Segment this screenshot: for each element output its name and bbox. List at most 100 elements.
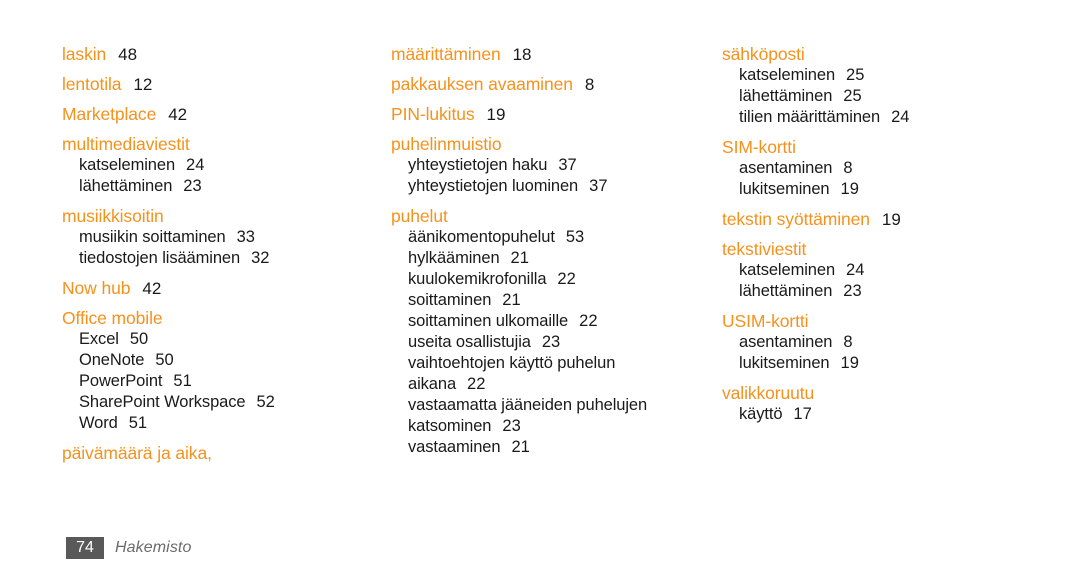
index-sub-entry-label: kuulokemikrofonilla bbox=[408, 270, 547, 288]
index-sub-entry[interactable]: tilien määrittäminen 24 bbox=[722, 107, 1042, 128]
index-heading[interactable]: tekstin syöttäminen 19 bbox=[722, 209, 1042, 230]
index-sub-entry[interactable]: PowerPoint 51 bbox=[62, 371, 391, 392]
index-sub-entry[interactable]: käyttö 17 bbox=[722, 404, 1042, 425]
index-heading[interactable]: puhelut bbox=[391, 206, 722, 227]
index-sub-entry-label: käyttö bbox=[739, 405, 783, 423]
index-sub-entry[interactable]: asentaminen 8 bbox=[722, 332, 1042, 353]
index-sub-entry-label: musiikin soittaminen bbox=[79, 228, 226, 246]
index-heading[interactable]: pakkauksen avaaminen 8 bbox=[391, 74, 722, 95]
index-heading[interactable]: määrittäminen 18 bbox=[391, 44, 722, 65]
index-entry-group: pakkauksen avaaminen 8 bbox=[391, 74, 722, 95]
index-sub-entry-page-number: 24 bbox=[186, 156, 205, 174]
index-sub-entries: asentaminen 8 lukitseminen 19 bbox=[722, 158, 1042, 200]
index-entry-group: lentotila 12 bbox=[62, 74, 391, 95]
index-sub-entry[interactable]: vaihtoehtojen käyttö puhelun aikana 22 bbox=[391, 353, 680, 395]
index-sub-entry[interactable]: Word 51 bbox=[62, 413, 391, 434]
index-sub-entries: musiikin soittaminen 33 tiedostojen lisääm… bbox=[62, 227, 391, 269]
index-sub-entry[interactable]: yhteystietojen haku 37 bbox=[391, 155, 722, 176]
index-sub-entry-page-number: 21 bbox=[502, 291, 521, 309]
index-sub-entry-page-number: 53 bbox=[565, 228, 585, 246]
index-heading[interactable]: tekstiviestit bbox=[722, 239, 1042, 260]
index-entry-group: puhelut äänikomentopuhelut 53 hylkääminen 21… bbox=[391, 206, 722, 458]
index-heading[interactable]: Office mobile bbox=[62, 308, 391, 329]
index-sub-entry-label: lähettäminen bbox=[739, 87, 833, 105]
index-heading-label: SIM-kortti bbox=[722, 137, 796, 157]
index-heading-page-number: 19 bbox=[881, 210, 901, 229]
index-sub-entry-page-number: 8 bbox=[843, 159, 853, 177]
index-sub-entry[interactable]: musiikin soittaminen 33 bbox=[62, 227, 391, 248]
index-sub-entry[interactable]: lähettäminen 25 bbox=[722, 86, 1042, 107]
column-1: laskin 48 lentotila 12 Marketplace 42 multimed… bbox=[62, 44, 391, 464]
index-heading[interactable]: lentotila 12 bbox=[62, 74, 391, 95]
index-sub-entry[interactable]: katseleminen 24 bbox=[62, 155, 391, 176]
index-sub-entries: äänikomentopuhelut 53 hylkääminen 21 kuuloke… bbox=[391, 227, 722, 458]
index-heading[interactable]: USIM-kortti bbox=[722, 311, 1042, 332]
index-heading[interactable]: multimediaviestit bbox=[62, 134, 391, 155]
column-2: määrittäminen 18 pakkauksen avaaminen 8 PIN-… bbox=[391, 44, 722, 458]
index-sub-entry[interactable]: lukitseminen 19 bbox=[722, 179, 1042, 200]
index-sub-entry-page-number: 51 bbox=[173, 372, 192, 390]
index-sub-entry-label: hylkääminen bbox=[408, 249, 500, 267]
index-sub-entry[interactable]: katseleminen 24 bbox=[722, 260, 1042, 281]
index-heading-page-number: 8 bbox=[584, 75, 595, 94]
index-sub-entry-label: asentaminen bbox=[739, 159, 833, 177]
index-sub-entry-label: Excel bbox=[79, 330, 119, 348]
index-sub-entry-label: yhteystietojen haku bbox=[408, 156, 548, 174]
index-heading[interactable]: Marketplace 42 bbox=[62, 104, 391, 125]
index-sub-entry-page-number: 51 bbox=[128, 414, 148, 432]
index-sub-entry-label: lukitseminen bbox=[739, 180, 830, 198]
index-sub-entry-page-number: 33 bbox=[236, 228, 255, 246]
index-heading[interactable]: SIM-kortti bbox=[722, 137, 1042, 158]
index-sub-entry[interactable]: soittaminen 21 bbox=[391, 290, 722, 311]
index-heading-label: tekstiviestit bbox=[722, 239, 807, 259]
index-entry-group: Office mobile Excel 50 OneNote 50 PowerPoint 5… bbox=[62, 308, 391, 434]
index-sub-entry[interactable]: äänikomentopuhelut 53 bbox=[391, 227, 722, 248]
column-3: sähköposti katseleminen 25 lähettäminen 25 ti… bbox=[722, 44, 1042, 425]
index-sub-entry[interactable]: asentaminen 8 bbox=[722, 158, 1042, 179]
index-sub-entry[interactable]: OneNote 50 bbox=[62, 350, 391, 371]
index-heading-label: päivämäärä ja aika, bbox=[62, 443, 212, 463]
index-sub-entry-page-number: 52 bbox=[256, 393, 275, 411]
index-heading-label: Office mobile bbox=[62, 308, 163, 328]
index-sub-entry[interactable]: katseleminen 25 bbox=[722, 65, 1042, 86]
index-heading-label: Marketplace bbox=[62, 104, 157, 124]
index-heading-label: musiikkisoitin bbox=[62, 206, 164, 226]
index-heading[interactable]: puhelinmuistio bbox=[391, 134, 722, 155]
index-sub-entry[interactable]: yhteystietojen luominen 37 bbox=[391, 176, 722, 197]
index-sub-entry-label: PowerPoint bbox=[79, 372, 163, 390]
index-sub-entry[interactable]: vastaamatta jääneiden puhelujen katsomin… bbox=[391, 395, 680, 437]
index-sub-entry[interactable]: hylkääminen 21 bbox=[391, 248, 722, 269]
index-heading[interactable]: musiikkisoitin bbox=[62, 206, 391, 227]
index-entry-group: Now hub 42 bbox=[62, 278, 391, 299]
index-sub-entry[interactable]: vastaaminen 21 bbox=[391, 437, 722, 458]
index-heading[interactable]: laskin 48 bbox=[62, 44, 391, 65]
index-sub-entry-page-number: 37 bbox=[589, 177, 608, 195]
index-entry-group: USIM-kortti asentaminen 8 lukitseminen 19 bbox=[722, 311, 1042, 374]
index-sub-entry[interactable]: tiedostojen lisääminen 32 bbox=[62, 248, 391, 269]
index-heading[interactable]: Now hub 42 bbox=[62, 278, 391, 299]
index-sub-entry[interactable]: lähettäminen 23 bbox=[722, 281, 1042, 302]
index-heading[interactable]: valikkoruutu bbox=[722, 383, 1042, 404]
index-heading[interactable]: päivämäärä ja aika, bbox=[62, 443, 391, 464]
index-sub-entry[interactable]: kuulokemikrofonilla 22 bbox=[391, 269, 722, 290]
index-sub-entry-label: lähettäminen bbox=[739, 282, 833, 300]
index-heading[interactable]: PIN-lukitus 19 bbox=[391, 104, 722, 125]
index-sub-entry-page-number: 22 bbox=[467, 375, 486, 393]
index-sub-entry[interactable]: lukitseminen 19 bbox=[722, 353, 1042, 374]
index-sub-entries: katseleminen 24 lähettäminen 23 bbox=[722, 260, 1042, 302]
index-heading-label: puhelut bbox=[391, 206, 448, 226]
index-sub-entry[interactable]: useita osallistujia 23 bbox=[391, 332, 722, 353]
index-sub-entry-page-number: 21 bbox=[510, 249, 529, 267]
index-sub-entry-page-number: 23 bbox=[502, 417, 521, 435]
index-heading-label: PIN-lukitus bbox=[391, 104, 475, 124]
index-sub-entry-page-number: 32 bbox=[251, 249, 270, 267]
index-sub-entry[interactable]: SharePoint Workspace 52 bbox=[62, 392, 391, 413]
index-heading[interactable]: sähköposti bbox=[722, 44, 1042, 65]
index-sub-entry[interactable]: Excel 50 bbox=[62, 329, 391, 350]
index-sub-entry[interactable]: soittaminen ulkomaille 22 bbox=[391, 311, 722, 332]
index-sub-entry-label: tiedostojen lisääminen bbox=[79, 249, 241, 267]
index-entry-group: puhelinmuistio yhteystietojen haku 37 yhtey… bbox=[391, 134, 722, 197]
index-page: laskin 48 lentotila 12 Marketplace 42 multimed… bbox=[0, 0, 1080, 586]
index-sub-entry-page-number: 22 bbox=[557, 270, 576, 288]
index-sub-entry[interactable]: lähettäminen 23 bbox=[62, 176, 391, 197]
